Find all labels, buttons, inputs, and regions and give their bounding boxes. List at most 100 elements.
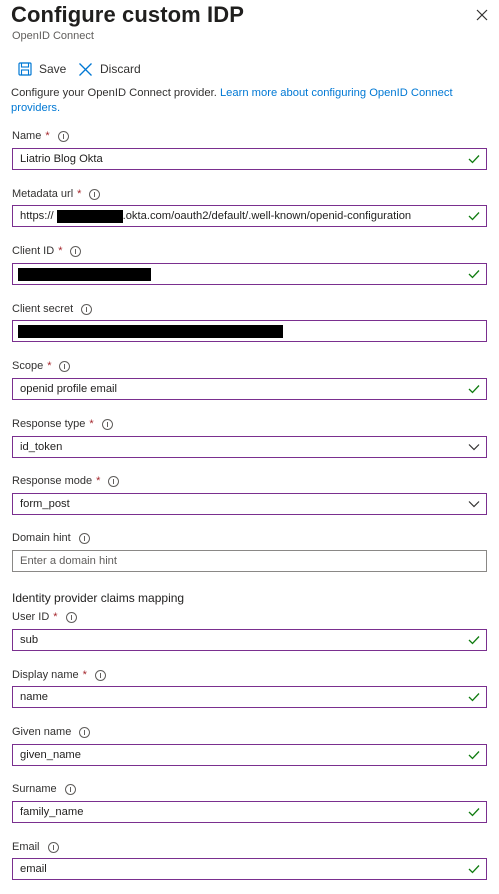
chevron-down-icon [468,501,480,508]
given-name-label-text: Given name [12,726,72,738]
required-marker: * [58,245,63,257]
required-marker: * [89,418,94,430]
domain-hint-input[interactable]: Enter a domain hint [12,550,487,572]
scope-input[interactable]: openid profile email [12,378,487,400]
user-id-label: User ID * [12,611,77,623]
redacted-block [18,324,283,338]
display-name-value: name [20,691,48,703]
info-icon[interactable] [101,418,113,430]
redacted-block [56,209,123,223]
response-mode-select[interactable]: form_post [12,493,487,515]
info-icon[interactable] [89,188,101,200]
check-icon [468,270,480,279]
save-button[interactable]: Save [18,56,66,82]
client-id-input[interactable] [12,263,487,285]
surname-label: Surname [12,783,76,795]
redacted-block [18,267,151,281]
check-icon [468,808,480,817]
info-icon[interactable] [78,532,90,544]
user-id-label-text: User ID [12,611,50,623]
chevron-down-icon [468,444,480,451]
domain-hint-label: Domain hint [12,532,90,544]
response-mode-label-text: Response mode [12,475,93,487]
response-mode-value: form_post [20,498,70,510]
given-name-input[interactable]: given_name [12,744,487,766]
scope-value: openid profile email [20,383,118,395]
check-icon [468,751,480,760]
check-icon [468,693,480,702]
metadata-url-label-text: Metadata url [12,188,74,200]
client-secret-input[interactable] [12,320,487,342]
response-type-label: Response type * [12,418,113,430]
surname-input[interactable]: family_name [12,801,487,823]
required-marker: * [77,188,82,200]
discard-icon [79,62,92,76]
description-text: Configure your OpenID Connect provider. [11,87,220,99]
metadata-url-label: Metadata url * [12,188,101,200]
domain-hint-label-text: Domain hint [12,532,71,544]
required-marker: * [47,360,52,372]
check-icon [468,155,480,164]
email-input[interactable]: email [12,858,487,880]
info-icon[interactable] [65,611,77,623]
email-value: email [20,863,47,875]
info-icon[interactable] [108,475,120,487]
surname-label-text: Surname [12,783,57,795]
info-icon[interactable] [79,726,91,738]
surname-value: family_name [20,806,84,818]
command-bar: Save Discard [0,56,499,82]
user-id-input[interactable]: sub [12,629,487,651]
discard-button[interactable]: Discard [78,56,141,82]
info-icon[interactable] [59,360,71,372]
display-name-input[interactable]: name [12,686,487,708]
display-name-label-text: Display name [12,669,79,681]
email-label-text: Email [12,841,40,853]
client-secret-label-text: Client secret [12,303,74,315]
info-icon[interactable] [81,303,93,315]
given-name-value: given_name [20,749,81,761]
response-type-label-text: Response type [12,418,86,430]
save-icon [18,62,32,76]
check-icon [468,636,480,645]
metadata-url-prefix: https:// [20,210,54,222]
response-type-value: id_token [20,441,63,453]
response-type-select[interactable]: id_token [12,436,487,458]
info-icon[interactable] [47,841,59,853]
info-icon[interactable] [70,245,82,257]
info-icon[interactable] [57,130,69,142]
name-label: Name * [12,130,69,142]
page-subtitle: OpenID Connect [12,30,94,42]
metadata-url-input[interactable]: https:// .okta.com/oauth2/default/.well-… [12,205,487,227]
info-icon[interactable] [64,783,76,795]
domain-hint-placeholder: Enter a domain hint [20,555,118,567]
metadata-url-suffix: .okta.com/oauth2/default/.well-known/ope… [122,210,412,222]
name-input[interactable]: Liatrio Blog Okta [12,148,487,170]
scope-label: Scope * [12,360,71,372]
required-marker: * [45,130,50,142]
required-marker: * [82,669,87,681]
required-marker: * [53,611,58,623]
discard-label: Discard [100,62,141,76]
email-label: Email [12,841,59,853]
client-secret-label: Client secret [12,303,93,315]
user-id-value: sub [20,634,39,646]
check-icon [468,385,480,394]
response-mode-label: Response mode * [12,475,120,487]
save-label: Save [39,62,67,76]
check-icon [468,865,480,874]
given-name-label: Given name [12,726,91,738]
info-icon[interactable] [94,669,106,681]
close-button[interactable] [474,7,490,23]
provider-description: Configure your OpenID Connect provider. … [11,86,489,116]
close-icon [476,9,488,21]
page-title: Configure custom IDP [11,2,245,27]
configure-custom-idp-panel: Configure custom IDP OpenID Connect Save… [0,0,499,894]
client-id-label-text: Client ID [12,245,55,257]
required-marker: * [96,475,101,487]
claims-mapping-heading: Identity provider claims mapping [12,591,185,605]
display-name-label: Display name * [12,669,106,681]
scope-label-text: Scope [12,360,44,372]
name-label-text: Name [12,130,42,142]
check-icon [468,212,480,221]
client-id-label: Client ID * [12,245,82,257]
